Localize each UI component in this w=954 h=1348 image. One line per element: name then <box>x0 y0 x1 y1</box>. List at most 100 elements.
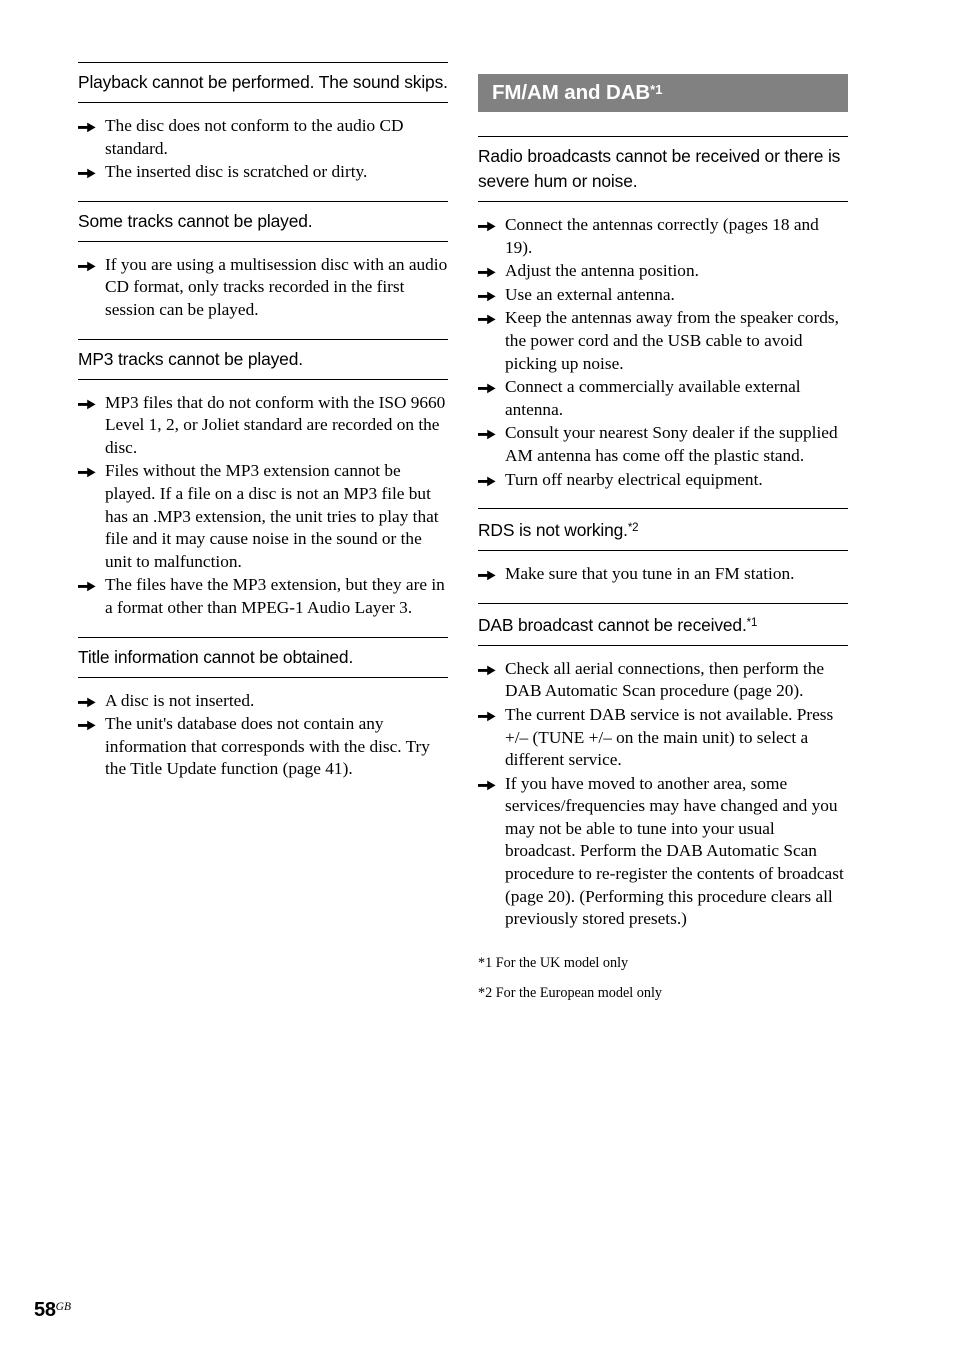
remedy-text: The files have the MP3 extension, but th… <box>105 575 445 617</box>
troubleshooting-section: Some tracks cannot be played. If you are … <box>78 200 448 339</box>
section-heading-text: RDS is not working. <box>478 520 628 541</box>
remedy-item: Keep the antennas away from the speaker … <box>478 307 848 375</box>
remedy-text: The inserted disc is scratched or dirty. <box>105 162 368 182</box>
remedy-item: A disc is not inserted. <box>78 690 448 713</box>
remedy-text: The unit's database does not contain any… <box>105 714 430 779</box>
remedy-item: The files have the MP3 extension, but th… <box>78 574 448 619</box>
section-heading: MP3 tracks cannot be played. <box>78 340 448 379</box>
section-banner-fm-am-dab: FM/AM and DAB*1 <box>478 74 848 112</box>
remedy-text: If you are using a multisession disc wit… <box>105 254 448 319</box>
remedy-item: The current DAB service is not available… <box>478 704 848 772</box>
footnotes: *1 For the UK model only *2 For the Europ… <box>478 948 848 1002</box>
section-heading: Some tracks cannot be played. <box>78 202 448 241</box>
arrow-right-icon <box>78 690 98 713</box>
remedy-text: Consult your nearest Sony dealer if the … <box>505 423 838 465</box>
arrow-right-icon <box>78 115 98 138</box>
section-heading: RDS is not working.*2 <box>478 509 848 550</box>
remedy-item: MP3 files that do not conform with the I… <box>78 392 448 460</box>
left-column: Playback cannot be performed. The sound … <box>78 62 448 798</box>
banner-title-text: FM/AM and DAB <box>492 80 651 104</box>
remedy-text: If you have moved to another area, some … <box>505 773 844 929</box>
remedy-list: Connect the antennas correctly (pages 18… <box>478 202 848 508</box>
page-region-code: GB <box>55 1301 71 1313</box>
remedy-text: Connect the antennas correctly (pages 18… <box>505 215 819 257</box>
arrow-right-icon <box>478 284 498 307</box>
right-column: Radio broadcasts cannot be received or t… <box>478 136 848 1014</box>
remedy-item: Use an external antenna. <box>478 284 848 307</box>
remedy-item: Make sure that you tune in an FM station… <box>478 563 848 586</box>
remedy-item: Adjust the antenna position. <box>478 260 848 283</box>
arrow-right-icon <box>478 773 498 796</box>
remedy-item: Turn off nearby electrical equipment. <box>478 469 848 492</box>
remedy-item: Connect a commercially available externa… <box>478 376 848 421</box>
troubleshooting-section: RDS is not working.*2 Make sure that you … <box>478 508 848 603</box>
section-heading-text: Title information cannot be obtained. <box>78 646 354 667</box>
remedy-text: Use an external antenna. <box>505 284 675 304</box>
section-heading-superscript: *2 <box>627 522 639 535</box>
remedy-list: The disc does not conform to the audio C… <box>78 103 448 201</box>
page-number: 58GB <box>34 1299 71 1322</box>
section-heading: Radio broadcasts cannot be received or t… <box>478 137 848 201</box>
remedy-list: Make sure that you tune in an FM station… <box>478 551 848 603</box>
remedy-text: Connect a commercially available externa… <box>505 377 801 419</box>
remedy-item: Check all aerial connections, then perfo… <box>478 658 848 703</box>
remedy-text: Adjust the antenna position. <box>505 261 699 281</box>
remedy-item: The inserted disc is scratched or dirty. <box>78 161 448 184</box>
remedy-item: The unit's database does not contain any… <box>78 713 448 781</box>
section-heading-text: MP3 tracks cannot be played. <box>78 348 303 369</box>
section-heading-text: DAB broadcast cannot be received. <box>478 614 747 635</box>
arrow-right-icon <box>478 422 498 445</box>
remedy-item: The disc does not conform to the audio C… <box>78 115 448 160</box>
remedy-text: Turn off nearby electrical equipment. <box>505 469 763 489</box>
remedy-list: If you are using a multisession disc wit… <box>78 242 448 339</box>
footnote-item: *1 For the UK model only <box>478 954 629 971</box>
arrow-right-icon <box>78 254 98 277</box>
remedy-text: MP3 files that do not conform with the I… <box>105 392 446 457</box>
section-heading-text: Some tracks cannot be played. <box>78 210 313 231</box>
arrow-right-icon <box>478 260 498 283</box>
remedy-list: A disc is not inserted. The unit's databa… <box>78 678 448 798</box>
section-heading: Title information cannot be obtained. <box>78 638 448 677</box>
arrow-right-icon <box>478 214 498 237</box>
section-heading: DAB broadcast cannot be received.*1 <box>478 604 848 645</box>
remedy-text: Check all aerial connections, then perfo… <box>505 658 825 701</box>
section-heading-text: Radio broadcasts cannot be received or t… <box>478 146 841 191</box>
remedy-text: A disc is not inserted. <box>105 690 255 710</box>
remedy-item: Connect the antennas correctly (pages 18… <box>478 214 848 259</box>
remedy-item: Files without the MP3 extension cannot b… <box>78 460 448 573</box>
arrow-right-icon <box>478 376 498 399</box>
banner-title-superscript: *1 <box>650 81 663 97</box>
troubleshooting-section: MP3 tracks cannot be played. MP3 files th… <box>78 338 448 637</box>
arrow-right-icon <box>78 161 98 184</box>
page-number-value: 58 <box>34 1299 56 1321</box>
arrow-right-icon <box>478 563 498 586</box>
manual-page: Playback cannot be performed. The sound … <box>0 0 954 1348</box>
arrow-right-icon <box>78 574 98 597</box>
arrow-right-icon <box>78 460 98 483</box>
arrow-right-icon <box>478 307 498 330</box>
arrow-right-icon <box>78 713 98 736</box>
section-heading: Playback cannot be performed. The sound … <box>78 63 448 102</box>
troubleshooting-section: Radio broadcasts cannot be received or t… <box>478 136 848 508</box>
arrow-right-icon <box>78 392 98 415</box>
arrow-right-icon <box>478 469 498 492</box>
remedy-item: If you have moved to another area, some … <box>478 773 848 931</box>
remedy-list: MP3 files that do not conform with the I… <box>78 380 448 637</box>
section-heading-superscript: *1 <box>746 616 758 629</box>
arrow-right-icon <box>478 704 498 727</box>
section-heading-text: Playback cannot be performed. The sound … <box>78 72 448 92</box>
remedy-item: If you are using a multisession disc wit… <box>78 254 448 322</box>
remedy-text: The disc does not conform to the audio C… <box>105 116 404 158</box>
remedy-text: Files without the MP3 extension cannot b… <box>105 461 439 571</box>
arrow-right-icon <box>478 658 498 681</box>
footnote-item: *2 For the European model only <box>478 984 663 1001</box>
banner-title: FM/AM and DAB*1 <box>478 80 663 104</box>
remedy-list: Check all aerial connections, then perfo… <box>478 646 848 948</box>
remedy-item: Consult your nearest Sony dealer if the … <box>478 422 848 467</box>
troubleshooting-section: Title information cannot be obtained. A d… <box>78 636 448 798</box>
remedy-text: The current DAB service is not available… <box>505 704 834 770</box>
remedy-text: Keep the antennas away from the speaker … <box>505 308 839 373</box>
troubleshooting-section: DAB broadcast cannot be received.*1 Check… <box>478 602 848 948</box>
remedy-text: Make sure that you tune in an FM station… <box>505 564 795 584</box>
troubleshooting-section: Playback cannot be performed. The sound … <box>78 62 448 201</box>
